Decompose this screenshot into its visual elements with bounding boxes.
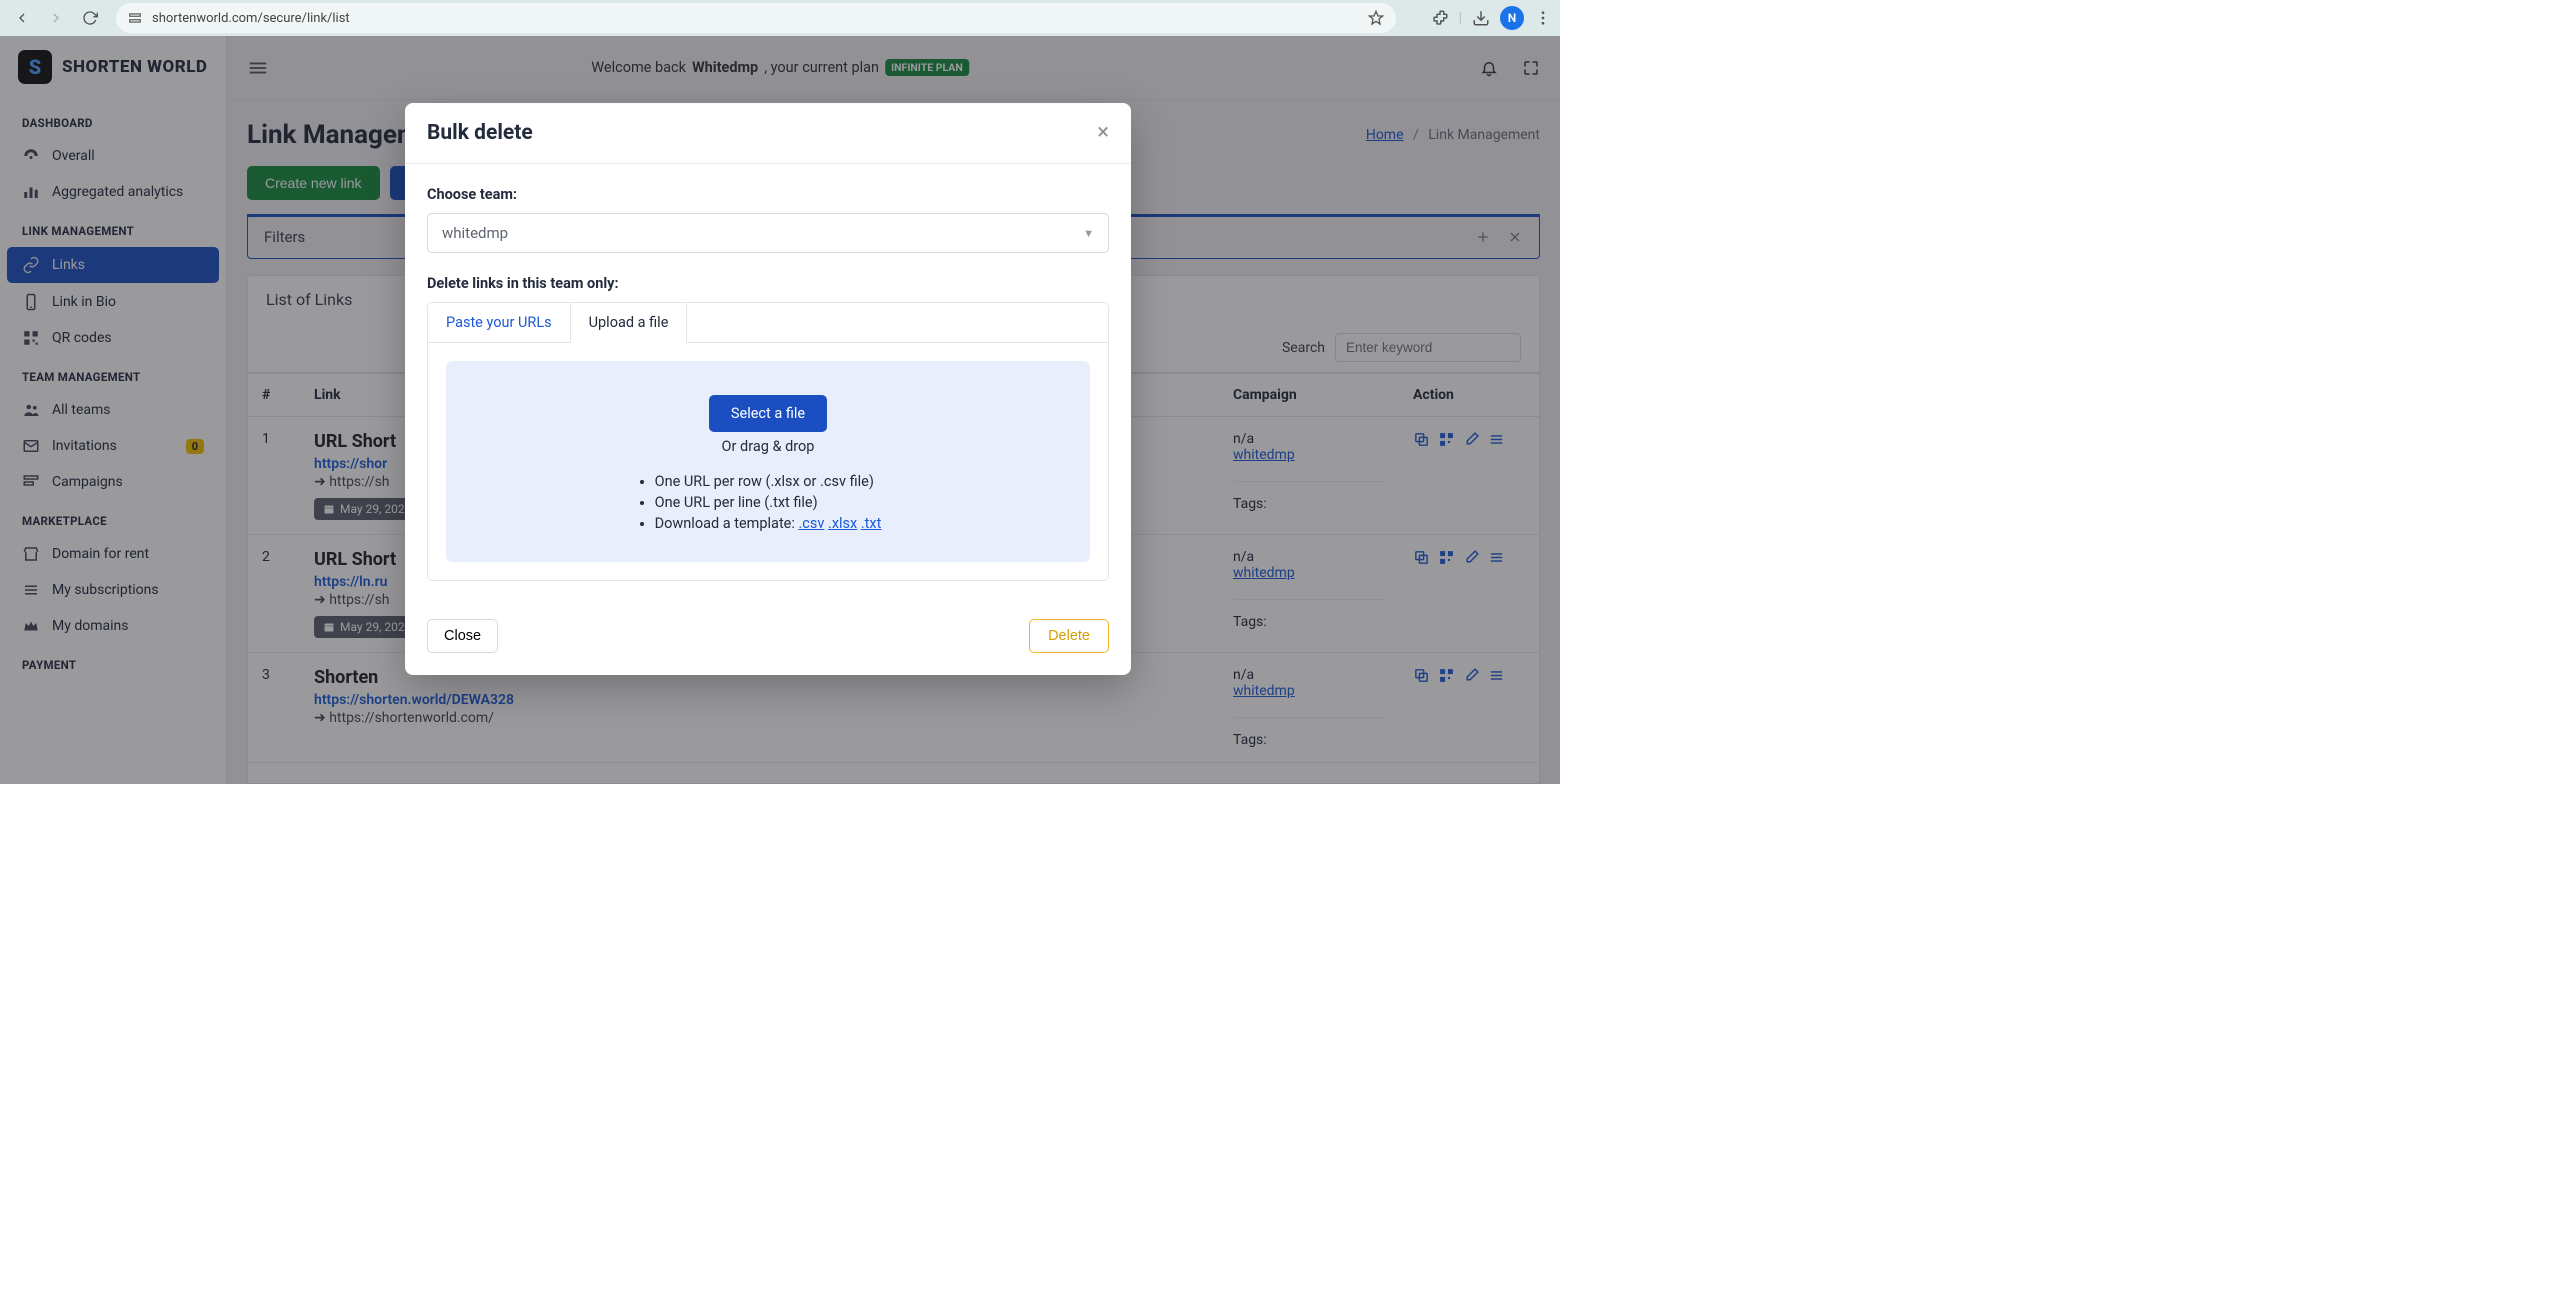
modal-close-icon[interactable]: × <box>1097 122 1109 144</box>
site-tune-icon <box>128 11 142 25</box>
choose-team-label: Choose team: <box>427 186 1109 203</box>
dropzone[interactable]: Select a file Or drag & drop One URL per… <box>446 361 1090 562</box>
address-bar[interactable]: shortenworld.com/secure/link/list <box>116 3 1396 33</box>
upload-tabset: Paste your URLs Upload a file Select a f… <box>427 302 1109 581</box>
drag-drop-hint: Or drag & drop <box>476 438 1060 455</box>
browser-reload-icon[interactable] <box>76 4 104 32</box>
modal-close-button[interactable]: Close <box>427 619 498 653</box>
team-select[interactable]: whitedmp ▼ <box>427 213 1109 253</box>
select-file-button[interactable]: Select a file <box>709 395 827 432</box>
profile-avatar[interactable]: N <box>1500 6 1524 30</box>
browser-chrome: shortenworld.com/secure/link/list | N <box>0 0 1560 36</box>
hint-row: One URL per row (.xlsx or .csv file) <box>655 473 882 490</box>
bulk-delete-modal: Bulk delete × Choose team: whitedmp ▼ De… <box>405 103 1131 675</box>
browser-back-icon[interactable] <box>8 4 36 32</box>
tab-paste-urls[interactable]: Paste your URLs <box>428 303 571 343</box>
template-txt-link[interactable]: .txt <box>861 515 882 532</box>
address-text: shortenworld.com/secure/link/list <box>152 11 1358 26</box>
kebab-icon[interactable] <box>1534 9 1552 27</box>
hint-row: One URL per line (.txt file) <box>655 494 882 511</box>
template-csv-link[interactable]: .csv <box>798 515 824 532</box>
star-icon[interactable] <box>1368 10 1384 26</box>
modal-delete-button[interactable]: Delete <box>1029 619 1109 653</box>
browser-forward-icon[interactable] <box>42 4 70 32</box>
tab-upload-file[interactable]: Upload a file <box>571 303 688 343</box>
extensions-icon[interactable] <box>1431 9 1449 27</box>
modal-title: Bulk delete <box>427 121 533 145</box>
chevron-down-icon: ▼ <box>1083 227 1094 240</box>
delete-in-team-label: Delete links in this team only: <box>427 275 1109 292</box>
hint-row: Download a template: .csv .xlsx .txt <box>655 515 882 532</box>
template-xlsx-link[interactable]: .xlsx <box>828 515 857 532</box>
download-icon[interactable] <box>1472 9 1490 27</box>
team-select-value: whitedmp <box>442 224 508 242</box>
